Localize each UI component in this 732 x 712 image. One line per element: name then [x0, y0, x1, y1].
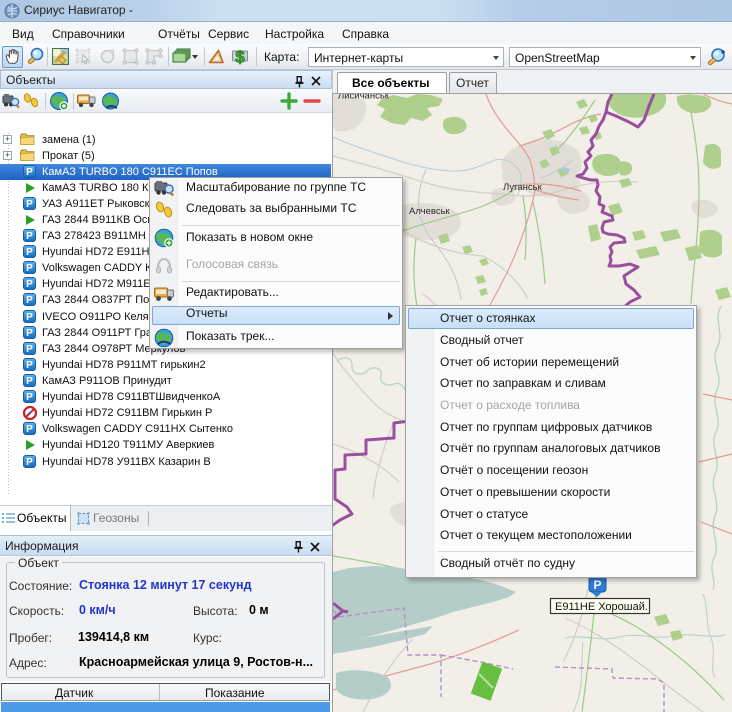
svg-text:Лисичанськ: Лисичанськ	[338, 94, 390, 102]
svg-text:Луганськ: Луганськ	[503, 182, 543, 193]
svg-text:$: $	[235, 48, 245, 67]
svg-text:Алчевськ: Алчевськ	[409, 206, 451, 217]
svg-text:P: P	[593, 578, 601, 592]
svg-text:Е911НЕ Хорошай.: Е911НЕ Хорошай.	[555, 601, 648, 613]
